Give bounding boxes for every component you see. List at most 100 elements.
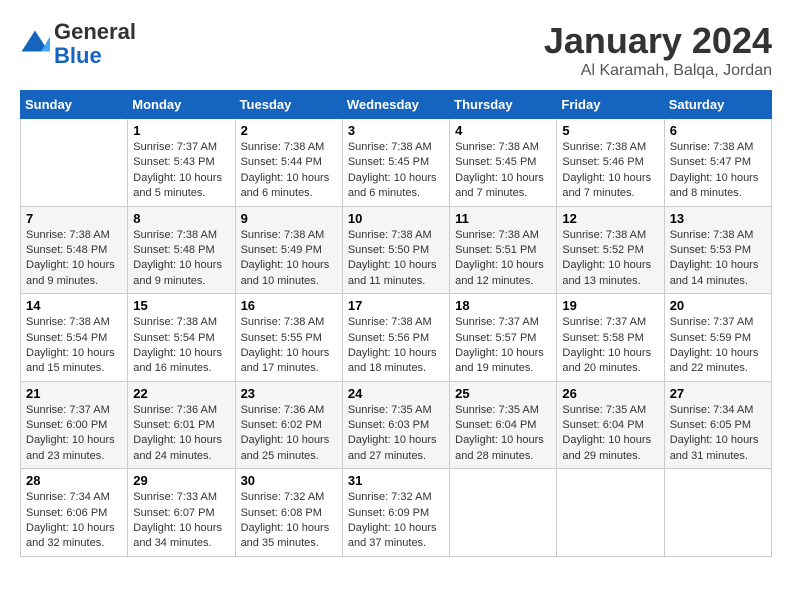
day-info: Sunrise: 7:38 AM Sunset: 5:53 PM Dayligh… (670, 228, 766, 290)
day-number: 22 (133, 386, 229, 401)
calendar-cell: 12 Sunrise: 7:38 AM Sunset: 5:52 PM Dayli… (557, 206, 664, 294)
column-header-monday: Monday (128, 91, 235, 119)
day-info: Sunrise: 7:34 AM Sunset: 6:06 PM Dayligh… (26, 490, 122, 552)
calendar-cell: 5 Sunrise: 7:38 AM Sunset: 5:46 PM Daylig… (557, 119, 664, 207)
day-number: 24 (348, 386, 444, 401)
day-info: Sunrise: 7:38 AM Sunset: 5:55 PM Dayligh… (241, 315, 337, 377)
calendar-cell: 18 Sunrise: 7:37 AM Sunset: 5:57 PM Dayli… (450, 294, 557, 382)
day-number: 5 (562, 123, 658, 138)
day-number: 12 (562, 211, 658, 226)
day-number: 13 (670, 211, 766, 226)
calendar-cell (557, 469, 664, 557)
day-number: 17 (348, 298, 444, 313)
day-number: 10 (348, 211, 444, 226)
day-number: 23 (241, 386, 337, 401)
calendar-cell: 1Sunrise: 7:37 AM Sunset: 5:43 PM Daylig… (128, 119, 235, 207)
month-title: January 2024 (544, 20, 772, 62)
day-info: Sunrise: 7:36 AM Sunset: 6:02 PM Dayligh… (241, 403, 337, 465)
day-number: 9 (241, 211, 337, 226)
week-row-4: 21 Sunrise: 7:37 AM Sunset: 6:00 PM Dayli… (21, 381, 772, 469)
calendar-cell: 6 Sunrise: 7:38 AM Sunset: 5:47 PM Daylig… (664, 119, 771, 207)
calendar-table: SundayMondayTuesdayWednesdayThursdayFrid… (20, 90, 772, 557)
page-header: General Blue January 2024 Al Karamah, Ba… (20, 20, 772, 80)
column-header-tuesday: Tuesday (235, 91, 342, 119)
calendar-cell: 23 Sunrise: 7:36 AM Sunset: 6:02 PM Dayli… (235, 381, 342, 469)
calendar-cell: 8Sunrise: 7:38 AM Sunset: 5:48 PM Daylig… (128, 206, 235, 294)
calendar-cell: 13 Sunrise: 7:38 AM Sunset: 5:53 PM Dayli… (664, 206, 771, 294)
calendar-cell: 20 Sunrise: 7:37 AM Sunset: 5:59 PM Dayli… (664, 294, 771, 382)
day-info: Sunrise: 7:38 AM Sunset: 5:54 PM Dayligh… (133, 315, 229, 377)
calendar-cell: 24Sunrise: 7:35 AM Sunset: 6:03 PM Dayli… (342, 381, 449, 469)
day-info: Sunrise: 7:38 AM Sunset: 5:54 PM Dayligh… (26, 315, 122, 377)
calendar-cell: 9Sunrise: 7:38 AM Sunset: 5:49 PM Daylig… (235, 206, 342, 294)
logo: General Blue (20, 20, 136, 68)
day-info: Sunrise: 7:35 AM Sunset: 6:04 PM Dayligh… (562, 403, 658, 465)
day-number: 20 (670, 298, 766, 313)
calendar-cell: 28 Sunrise: 7:34 AM Sunset: 6:06 PM Dayli… (21, 469, 128, 557)
day-number: 14 (26, 298, 122, 313)
day-info: Sunrise: 7:37 AM Sunset: 6:00 PM Dayligh… (26, 403, 122, 465)
day-number: 3 (348, 123, 444, 138)
day-info: Sunrise: 7:33 AM Sunset: 6:07 PM Dayligh… (133, 490, 229, 552)
calendar-cell: 27Sunrise: 7:34 AM Sunset: 6:05 PM Dayli… (664, 381, 771, 469)
calendar-cell: 29 Sunrise: 7:33 AM Sunset: 6:07 PM Dayli… (128, 469, 235, 557)
calendar-cell: 14 Sunrise: 7:38 AM Sunset: 5:54 PM Dayli… (21, 294, 128, 382)
day-number: 25 (455, 386, 551, 401)
calendar-cell: 26 Sunrise: 7:35 AM Sunset: 6:04 PM Dayli… (557, 381, 664, 469)
day-info: Sunrise: 7:37 AM Sunset: 5:57 PM Dayligh… (455, 315, 551, 377)
day-info: Sunrise: 7:38 AM Sunset: 5:52 PM Dayligh… (562, 228, 658, 290)
calendar-cell: 15 Sunrise: 7:38 AM Sunset: 5:54 PM Dayli… (128, 294, 235, 382)
day-number: 11 (455, 211, 551, 226)
day-number: 15 (133, 298, 229, 313)
day-info: Sunrise: 7:37 AM Sunset: 5:59 PM Dayligh… (670, 315, 766, 377)
calendar-cell (21, 119, 128, 207)
day-number: 2 (241, 123, 337, 138)
day-info: Sunrise: 7:38 AM Sunset: 5:51 PM Dayligh… (455, 228, 551, 290)
day-number: 4 (455, 123, 551, 138)
calendar-cell: 11 Sunrise: 7:38 AM Sunset: 5:51 PM Dayli… (450, 206, 557, 294)
calendar-cell: 30 Sunrise: 7:32 AM Sunset: 6:08 PM Dayli… (235, 469, 342, 557)
calendar-cell: 2 Sunrise: 7:38 AM Sunset: 5:44 PM Daylig… (235, 119, 342, 207)
day-number: 31 (348, 473, 444, 488)
calendar-header-row: SundayMondayTuesdayWednesdayThursdayFrid… (21, 91, 772, 119)
week-row-1: 1Sunrise: 7:37 AM Sunset: 5:43 PM Daylig… (21, 119, 772, 207)
calendar-cell: 4 Sunrise: 7:38 AM Sunset: 5:45 PM Daylig… (450, 119, 557, 207)
day-number: 19 (562, 298, 658, 313)
logo-general: General (54, 19, 136, 44)
logo-blue: Blue (54, 43, 102, 68)
day-number: 30 (241, 473, 337, 488)
calendar-cell: 25 Sunrise: 7:35 AM Sunset: 6:04 PM Dayli… (450, 381, 557, 469)
calendar-cell: 31 Sunrise: 7:32 AM Sunset: 6:09 PM Dayli… (342, 469, 449, 557)
week-row-3: 14 Sunrise: 7:38 AM Sunset: 5:54 PM Dayli… (21, 294, 772, 382)
day-info: Sunrise: 7:38 AM Sunset: 5:45 PM Dayligh… (455, 140, 551, 202)
day-info: Sunrise: 7:38 AM Sunset: 5:46 PM Dayligh… (562, 140, 658, 202)
calendar-cell: 17Sunrise: 7:38 AM Sunset: 5:56 PM Dayli… (342, 294, 449, 382)
day-number: 28 (26, 473, 122, 488)
location: Al Karamah, Balqa, Jordan (544, 62, 772, 80)
day-info: Sunrise: 7:36 AM Sunset: 6:01 PM Dayligh… (133, 403, 229, 465)
day-number: 21 (26, 386, 122, 401)
day-info: Sunrise: 7:32 AM Sunset: 6:09 PM Dayligh… (348, 490, 444, 552)
calendar-cell (664, 469, 771, 557)
day-info: Sunrise: 7:38 AM Sunset: 5:44 PM Dayligh… (241, 140, 337, 202)
logo-icon (20, 29, 50, 59)
day-number: 29 (133, 473, 229, 488)
week-row-5: 28 Sunrise: 7:34 AM Sunset: 6:06 PM Dayli… (21, 469, 772, 557)
week-row-2: 7Sunrise: 7:38 AM Sunset: 5:48 PM Daylig… (21, 206, 772, 294)
calendar-cell (450, 469, 557, 557)
day-info: Sunrise: 7:34 AM Sunset: 6:05 PM Dayligh… (670, 403, 766, 465)
title-block: January 2024 Al Karamah, Balqa, Jordan (544, 20, 772, 80)
day-info: Sunrise: 7:32 AM Sunset: 6:08 PM Dayligh… (241, 490, 337, 552)
day-info: Sunrise: 7:38 AM Sunset: 5:47 PM Dayligh… (670, 140, 766, 202)
calendar-cell: 10Sunrise: 7:38 AM Sunset: 5:50 PM Dayli… (342, 206, 449, 294)
calendar-cell: 7Sunrise: 7:38 AM Sunset: 5:48 PM Daylig… (21, 206, 128, 294)
column-header-wednesday: Wednesday (342, 91, 449, 119)
day-info: Sunrise: 7:35 AM Sunset: 6:04 PM Dayligh… (455, 403, 551, 465)
day-info: Sunrise: 7:38 AM Sunset: 5:48 PM Dayligh… (133, 228, 229, 290)
day-number: 18 (455, 298, 551, 313)
day-number: 6 (670, 123, 766, 138)
column-header-thursday: Thursday (450, 91, 557, 119)
day-number: 26 (562, 386, 658, 401)
calendar-cell: 3Sunrise: 7:38 AM Sunset: 5:45 PM Daylig… (342, 119, 449, 207)
calendar-cell: 22 Sunrise: 7:36 AM Sunset: 6:01 PM Dayli… (128, 381, 235, 469)
